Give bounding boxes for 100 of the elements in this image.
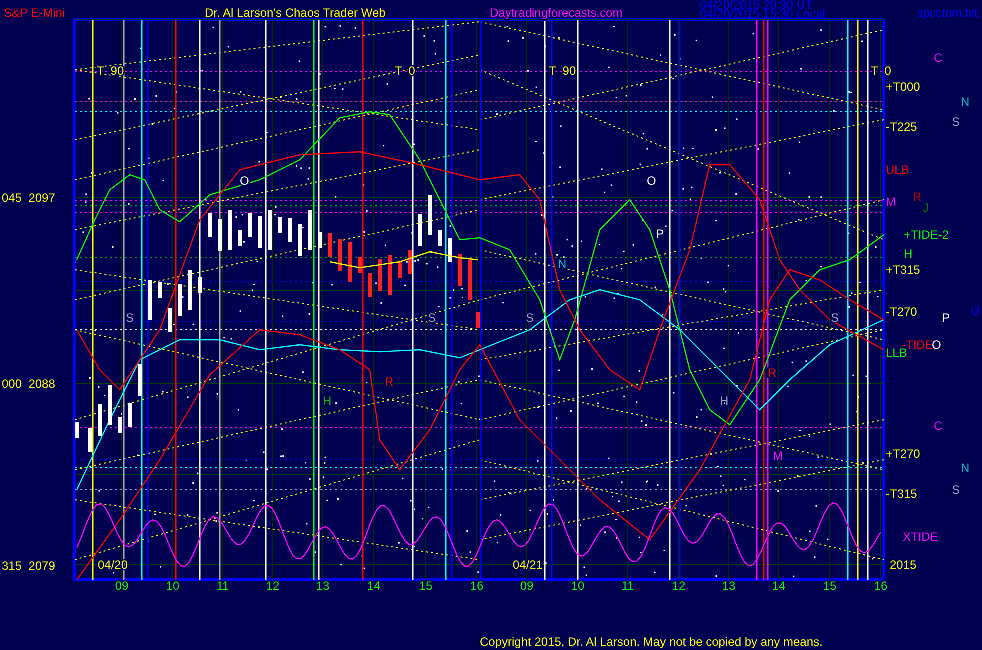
price-candle <box>468 260 472 300</box>
line-marker-label: P <box>656 227 664 241</box>
hour-label: 10 <box>571 579 585 593</box>
planet-marker: R <box>913 190 922 204</box>
price-candle <box>408 250 412 274</box>
line-name-label: +TIDE-2 <box>904 228 950 242</box>
price-candle <box>458 254 462 286</box>
price-candle <box>268 210 272 250</box>
copyright-notice: Copyright 2015, Dr. Al Larson. May not be copied by any means. <box>480 635 823 649</box>
line-marker-label: M <box>773 449 783 463</box>
hour-label: 15 <box>419 579 433 593</box>
date-label: 04/21 <box>513 558 544 572</box>
line-name-label: +T315 <box>886 263 920 277</box>
price-candle <box>418 214 422 246</box>
line-name-label: XTIDE <box>903 530 938 544</box>
planet-marker: C <box>934 419 943 433</box>
price-candle <box>328 233 332 257</box>
price-candle <box>138 364 142 396</box>
line-marker-label: N <box>558 257 567 271</box>
price-candle <box>298 224 302 256</box>
line-marker-label: O <box>647 174 656 188</box>
hour-label: 13 <box>722 579 736 593</box>
line-name-label: H <box>904 247 913 261</box>
line-marker-label: R <box>768 366 777 380</box>
hour-label: 14 <box>367 579 381 593</box>
price-axis-label: 000 2088 <box>2 377 56 391</box>
planet-marker: U <box>971 304 980 318</box>
price-candle <box>188 270 192 310</box>
price-axis-label: 045 2097 <box>2 191 56 205</box>
price-candle <box>238 230 242 246</box>
price-candle <box>358 257 362 273</box>
price-axis-label: 315 2079 <box>2 559 56 573</box>
planet-marker: N <box>961 95 970 109</box>
hour-label: 09 <box>520 579 534 593</box>
price-candle <box>318 232 322 248</box>
price-candle <box>158 282 162 298</box>
line-marker-label: S <box>831 311 840 325</box>
line-name-label: LLB <box>886 346 908 360</box>
hour-label: 11 <box>216 579 230 593</box>
price-candle <box>148 280 152 320</box>
price-candle <box>108 385 112 425</box>
hour-label: 10 <box>166 579 180 593</box>
price-candle <box>218 219 222 251</box>
price-candle <box>168 308 172 332</box>
hour-label: 11 <box>622 579 634 593</box>
planet-marker: S <box>952 115 960 129</box>
price-candle <box>208 213 212 237</box>
price-candle <box>248 213 252 237</box>
price-candle <box>75 422 79 438</box>
file-name: spcctom.txt <box>917 6 978 20</box>
hour-label: 13 <box>316 579 330 593</box>
price-candle <box>368 273 372 297</box>
price-candle <box>388 255 392 295</box>
line-name-label: -T315 <box>886 487 918 501</box>
line-name-label: M <box>886 195 896 209</box>
planet-marker: S <box>952 483 960 497</box>
planet-marker: J <box>923 201 929 215</box>
price-candle <box>228 210 232 250</box>
chart-symbol: S&P E-Mini <box>4 6 66 20</box>
price-candle <box>118 417 122 433</box>
planet-marker: C <box>934 51 943 65</box>
line-name-label: -T225 <box>886 120 918 134</box>
price-candle <box>88 428 92 452</box>
price-candle <box>348 242 352 282</box>
line-name-label: O <box>932 338 942 352</box>
line-marker-label: H <box>323 394 332 408</box>
planet-marker: P <box>942 311 950 325</box>
price-candle <box>128 403 132 427</box>
price-candle <box>98 404 102 436</box>
line-name-label: ULB <box>886 163 910 177</box>
planet-marker: N <box>961 461 970 475</box>
line-name-label: +T270 <box>886 447 920 461</box>
hour-label: 16 <box>470 579 484 593</box>
price-candle <box>258 216 262 248</box>
website-label: Daytradingforecasts.com <box>490 6 623 20</box>
hour-label: 16 <box>874 579 888 593</box>
year-label: 2015 <box>890 558 917 572</box>
price-candle <box>428 195 432 235</box>
line-marker-label: S <box>526 311 534 325</box>
line-name-label: -T270 <box>886 305 918 319</box>
line-name-label: +T000 <box>886 80 920 94</box>
price-candle <box>378 259 382 291</box>
price-candle <box>278 217 282 233</box>
line-marker-label: H <box>720 394 729 408</box>
price-candle <box>398 262 402 278</box>
hour-label: 12 <box>672 579 686 593</box>
chart-title: Dr. Al Larson's Chaos Trader Web <box>205 6 386 20</box>
price-candle <box>288 218 292 242</box>
line-marker-label: S <box>126 311 134 325</box>
hour-label: 14 <box>772 579 786 593</box>
hour-label: 12 <box>266 579 280 593</box>
hour-label: 15 <box>823 579 837 593</box>
price-candle <box>178 284 182 316</box>
price-candle <box>308 210 312 250</box>
price-candle <box>338 239 342 271</box>
line-marker-label: O <box>240 174 250 188</box>
line-marker-label: R <box>385 375 394 389</box>
hour-label: 09 <box>115 579 129 593</box>
line-marker-label: S <box>428 311 436 325</box>
price-candle <box>198 277 202 293</box>
